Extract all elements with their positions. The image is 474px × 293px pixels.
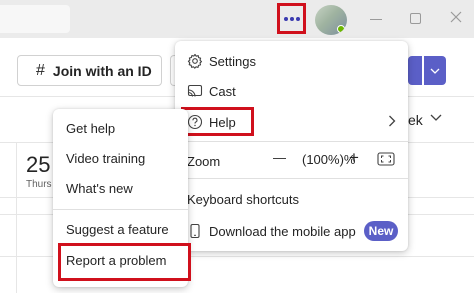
zoom-level: (100%)%: [302, 152, 356, 167]
download-mobile-app-label: Download the mobile app: [209, 223, 356, 239]
new-meeting-button[interactable]: [408, 56, 422, 85]
day-number: 25: [26, 152, 51, 177]
menu-divider: [175, 141, 408, 142]
menu-item-cast[interactable]: Cast: [175, 81, 408, 101]
zoom-in-button[interactable]: +: [349, 148, 359, 168]
search-input[interactable]: [0, 5, 70, 33]
day-name: Thurs: [26, 179, 52, 190]
new-meeting-dropdown[interactable]: [424, 56, 446, 85]
settings-and-more-button[interactable]: [277, 3, 306, 34]
menu-item-zoom: Zoom: [175, 151, 408, 171]
mobile-phone-icon: [187, 223, 203, 239]
close-icon[interactable]: [449, 9, 463, 25]
report-problem-highlight: [58, 243, 191, 281]
chevron-down-icon: [430, 68, 440, 74]
submenu-item-video-training[interactable]: Video training: [53, 148, 188, 168]
settings-and-more-menu: Settings Cast Help Zoom Keyboard shortcu…: [175, 41, 408, 251]
maximize-icon[interactable]: [410, 13, 421, 24]
zoom-out-button[interactable]: —: [273, 150, 286, 165]
avatar[interactable]: [315, 5, 347, 35]
submenu-item-whats-new[interactable]: What's new: [53, 178, 188, 198]
presence-status-icon: [337, 25, 345, 33]
zoom-label: Zoom: [187, 153, 221, 169]
whats-new-label: What's new: [66, 180, 133, 196]
view-selector-label[interactable]: ek: [408, 112, 423, 128]
menu-divider: [53, 209, 188, 210]
keyboard-shortcuts-label: Keyboard shortcuts: [187, 191, 300, 207]
title-bar: [0, 0, 474, 38]
submenu-item-get-help[interactable]: Get help: [53, 118, 188, 138]
cast-icon: [187, 83, 203, 99]
submenu-item-suggest-feature[interactable]: Suggest a feature: [53, 219, 188, 239]
minimize-icon[interactable]: [370, 19, 382, 20]
video-training-label: Video training: [66, 150, 146, 166]
menu-item-settings-label: Settings: [209, 53, 256, 69]
gear-icon: [187, 53, 203, 69]
more-horizontal-icon: [283, 16, 300, 21]
suggest-feature-label: Suggest a feature: [66, 221, 169, 237]
menu-divider: [175, 178, 408, 179]
join-with-id-button[interactable]: # Join with an ID: [17, 55, 162, 86]
menu-item-keyboard-shortcuts[interactable]: Keyboard shortcuts: [175, 189, 408, 209]
join-with-id-label: Join with an ID: [52, 62, 152, 79]
menu-item-cast-label: Cast: [209, 83, 236, 99]
menu-item-settings[interactable]: Settings: [175, 51, 408, 71]
calendar-grid-line: [16, 142, 17, 293]
get-help-label: Get help: [66, 120, 116, 136]
new-badge: New: [364, 221, 398, 241]
full-screen-icon[interactable]: [377, 152, 395, 169]
chevron-down-icon[interactable]: [430, 110, 442, 125]
chevron-right-icon: [388, 115, 396, 130]
help-highlight: [181, 107, 254, 136]
hash-icon: #: [36, 61, 45, 79]
